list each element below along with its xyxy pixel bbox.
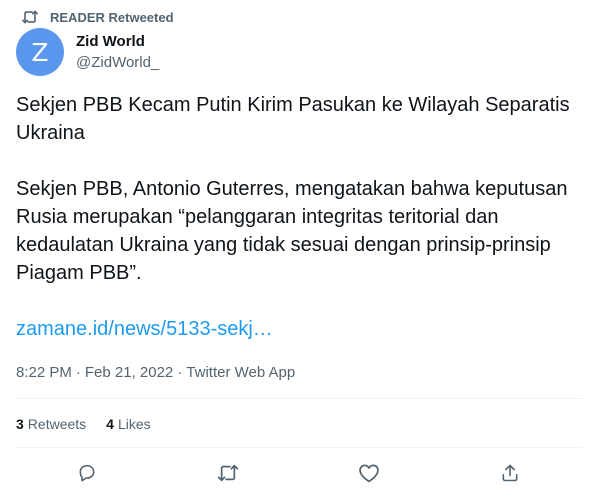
retweet-context-label: READER Retweeted bbox=[50, 9, 174, 25]
like-button[interactable] bbox=[352, 456, 386, 490]
avatar-initial: Z bbox=[31, 37, 49, 67]
divider-bottom bbox=[16, 447, 582, 448]
tweet-source[interactable]: Twitter Web App bbox=[186, 364, 295, 381]
tweet-meta: 8:22 PM · Feb 21, 2022 · Twitter Web App bbox=[16, 362, 295, 382]
tweet-paragraph-body: Sekjen PBB, Antonio Guterres, mengatakan… bbox=[16, 178, 568, 284]
tweet-actions bbox=[0, 456, 598, 490]
likes-label: Likes bbox=[117, 416, 151, 432]
retweet-icon bbox=[22, 10, 38, 24]
likes-count: 4 bbox=[106, 416, 114, 432]
tweet-stats: 3 Retweets 4 Likes bbox=[16, 414, 151, 434]
tweet-card[interactable]: READER Retweeted Z Zid World @ZidWorld_ … bbox=[0, 0, 598, 497]
tweet-time[interactable]: 8:22 PM bbox=[16, 364, 72, 381]
retweet-button[interactable] bbox=[211, 456, 245, 490]
retweets-count: 3 bbox=[16, 416, 24, 432]
like-icon bbox=[358, 463, 380, 483]
reply-button[interactable] bbox=[70, 456, 104, 490]
retweet-context[interactable]: READER Retweeted bbox=[22, 8, 174, 26]
retweet-icon bbox=[217, 463, 239, 483]
meta-separator: · bbox=[75, 363, 81, 381]
meta-separator: · bbox=[177, 363, 183, 381]
tweet-date[interactable]: Feb 21, 2022 bbox=[85, 364, 173, 381]
likes-stat[interactable]: 4 Likes bbox=[106, 416, 150, 432]
tweet-paragraph-headline: Sekjen PBB Kecam Putin Kirim Pasukan ke … bbox=[16, 94, 570, 144]
tweet-link[interactable]: zamane.id/news/5133-sekj… bbox=[16, 315, 273, 343]
share-button[interactable] bbox=[493, 456, 527, 490]
retweets-stat[interactable]: 3 Retweets bbox=[16, 416, 86, 432]
share-icon bbox=[500, 463, 520, 483]
author-name[interactable]: Zid World bbox=[76, 33, 145, 50]
tweet-text: Sekjen PBB Kecam Putin Kirim Pasukan ke … bbox=[16, 91, 586, 287]
reply-icon bbox=[77, 463, 97, 483]
divider-top bbox=[16, 398, 582, 399]
author-handle[interactable]: @ZidWorld_ bbox=[76, 54, 159, 71]
retweets-label: Retweets bbox=[27, 416, 87, 432]
avatar[interactable]: Z bbox=[16, 28, 64, 76]
